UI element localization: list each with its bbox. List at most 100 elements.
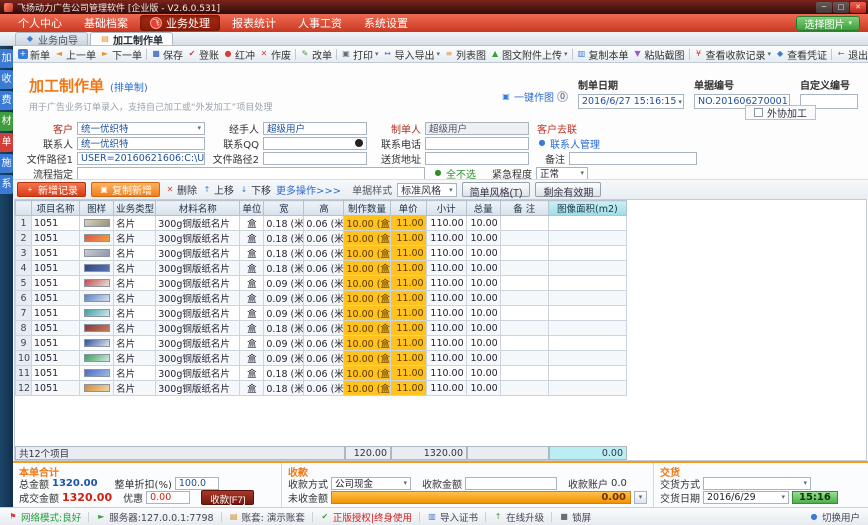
copy-add-button[interactable]: ▣ 复制新增 xyxy=(91,182,160,197)
maximize-button[interactable]: □ xyxy=(833,1,849,13)
cell-area[interactable] xyxy=(547,290,628,306)
cell-width[interactable]: 0.18 (米) xyxy=(263,380,305,396)
cell-thumb[interactable] xyxy=(79,320,115,336)
status-item-4[interactable]: ▥ 导入证书 xyxy=(427,510,478,524)
cell-width[interactable]: 0.18 (米) xyxy=(263,260,305,276)
simple-style-button[interactable]: 简单风格(T) xyxy=(461,182,531,199)
cell-material[interactable]: 300g铜版纸名片 xyxy=(155,275,241,291)
cell-material[interactable]: 300g铜版纸名片 xyxy=(155,320,241,336)
sidebar-module-2[interactable]: 费 xyxy=(0,91,13,110)
cell-subtotal[interactable]: 110.00 xyxy=(425,245,467,261)
cell-name[interactable]: 1051 xyxy=(31,335,81,351)
cell-height[interactable]: 0.06 (米) xyxy=(303,275,345,291)
contact-manager-link[interactable]: ● 联系人管理 xyxy=(537,136,601,151)
contact-input[interactable]: 统一优织特 xyxy=(77,136,205,150)
cell-area[interactable] xyxy=(547,215,628,231)
cell-thumb[interactable] xyxy=(79,275,115,291)
tab-1[interactable]: ▤ 加工制作单 xyxy=(90,32,173,47)
cell-material[interactable]: 300g铜版纸名片 xyxy=(155,230,241,246)
qq-input[interactable] xyxy=(263,136,367,150)
cell-type[interactable]: 名片 xyxy=(113,305,157,321)
cell-thumb[interactable] xyxy=(79,230,115,246)
delivery-method-select[interactable]: ▾ xyxy=(703,476,811,490)
cell-subtotal[interactable]: 110.00 xyxy=(425,275,467,291)
cell-name[interactable]: 1051 xyxy=(31,380,81,396)
cell-subtotal[interactable]: 110.00 xyxy=(425,320,467,336)
flow-input[interactable] xyxy=(77,166,425,180)
cell-no[interactable]: 7 xyxy=(15,305,33,321)
cell-price[interactable]: 11.00 xyxy=(389,260,427,276)
cell-width[interactable]: 0.09 (米) xyxy=(263,305,305,321)
cell-unit[interactable]: 盒 xyxy=(239,275,265,291)
cell-subtotal[interactable]: 110.00 xyxy=(425,215,467,231)
cell-width[interactable]: 0.18 (米) xyxy=(263,320,305,336)
cell-price[interactable]: 11.00 xyxy=(389,350,427,366)
cell-price[interactable]: 11.00 xyxy=(389,365,427,381)
more-actions-link[interactable]: 更多操作>>> xyxy=(276,182,341,197)
tab-0[interactable]: ◆ 业务向导 xyxy=(15,32,88,47)
cell-price[interactable]: 11.00 xyxy=(389,305,427,321)
cell-unit[interactable]: 盒 xyxy=(239,215,265,231)
cell-thumb[interactable] xyxy=(79,350,115,366)
cell-unit[interactable]: 盒 xyxy=(239,365,265,381)
cell-width[interactable]: 0.18 (米) xyxy=(263,365,305,381)
cell-type[interactable]: 名片 xyxy=(113,275,157,291)
cell-unit[interactable]: 盒 xyxy=(239,335,265,351)
cell-total[interactable]: 10.00 xyxy=(465,350,501,366)
column-header-name[interactable]: 项目名称 xyxy=(31,200,81,216)
customer-input[interactable]: 统一优织特 ▾ xyxy=(77,121,205,135)
cell-height[interactable]: 0.06 (米) xyxy=(303,245,345,261)
unpaid-dropdown-button[interactable]: ▾ xyxy=(634,490,647,504)
cell-qty[interactable]: 10.00 (盒) xyxy=(343,350,391,366)
cell-note[interactable] xyxy=(499,335,549,351)
cell-note[interactable] xyxy=(499,290,549,306)
note-input[interactable] xyxy=(569,151,697,165)
cell-total[interactable]: 10.00 xyxy=(465,365,501,381)
cell-type[interactable]: 名片 xyxy=(113,290,157,306)
cell-no[interactable]: 8 xyxy=(15,320,33,336)
cell-thumb[interactable] xyxy=(79,245,115,261)
cell-note[interactable] xyxy=(499,215,549,231)
cell-unit[interactable]: 盒 xyxy=(239,305,265,321)
cell-unit[interactable]: 盒 xyxy=(239,290,265,306)
cell-material[interactable]: 300g铜版纸名片 xyxy=(155,365,241,381)
delete-row-button[interactable]: ✕ 删除 xyxy=(165,182,197,198)
sidebar-module-3[interactable]: 材 xyxy=(0,112,13,131)
cell-price[interactable]: 11.00 xyxy=(389,215,427,231)
cell-subtotal[interactable]: 110.00 xyxy=(425,230,467,246)
sidebar-module-0[interactable]: 加 xyxy=(0,49,13,68)
cell-no[interactable]: 3 xyxy=(15,245,33,261)
cell-total[interactable]: 10.00 xyxy=(465,230,501,246)
cell-width[interactable]: 0.09 (米) xyxy=(263,290,305,306)
cell-qty[interactable]: 10.00 (盒) xyxy=(343,275,391,291)
cell-no[interactable]: 1 xyxy=(15,215,33,231)
cell-height[interactable]: 0.06 (米) xyxy=(303,215,345,231)
cell-no[interactable]: 2 xyxy=(15,230,33,246)
column-header-height[interactable]: 高 xyxy=(303,200,345,216)
path2-input[interactable] xyxy=(263,151,367,165)
cell-material[interactable]: 300g铜版纸名片 xyxy=(155,260,241,276)
cell-thumb[interactable] xyxy=(79,335,115,351)
cell-subtotal[interactable]: 110.00 xyxy=(425,365,467,381)
cell-total[interactable]: 10.00 xyxy=(465,335,501,351)
style-select[interactable]: 标准风格 ▾ xyxy=(397,182,457,197)
toolbar-button-9[interactable]: ↔ 导入导出 ▾ xyxy=(381,46,443,62)
cell-note[interactable] xyxy=(499,350,549,366)
cell-note[interactable] xyxy=(499,260,549,276)
cell-material[interactable]: 300g铜版纸名片 xyxy=(155,305,241,321)
cell-type[interactable]: 名片 xyxy=(113,365,157,381)
status-item-6[interactable]: ■ 锁屏 xyxy=(559,510,591,524)
cell-thumb[interactable] xyxy=(79,290,115,306)
quick-draw[interactable]: ▣ 一键作图 0 xyxy=(501,89,568,104)
cell-name[interactable]: 1051 xyxy=(31,365,81,381)
cell-qty[interactable]: 10.00 (盒) xyxy=(343,260,391,276)
cell-total[interactable]: 10.00 xyxy=(465,305,501,321)
cell-height[interactable]: 0.06 (米) xyxy=(303,290,345,306)
cell-unit[interactable]: 盒 xyxy=(239,380,265,396)
pay-method-select[interactable]: 公司现金 ▾ xyxy=(331,476,411,490)
menu-item-1[interactable]: 基础档案 xyxy=(74,15,138,31)
cell-material[interactable]: 300g铜版纸名片 xyxy=(155,290,241,306)
column-header-unit[interactable]: 单位 xyxy=(239,200,265,216)
cell-qty[interactable]: 10.00 (盒) xyxy=(343,335,391,351)
cell-area[interactable] xyxy=(547,305,628,321)
